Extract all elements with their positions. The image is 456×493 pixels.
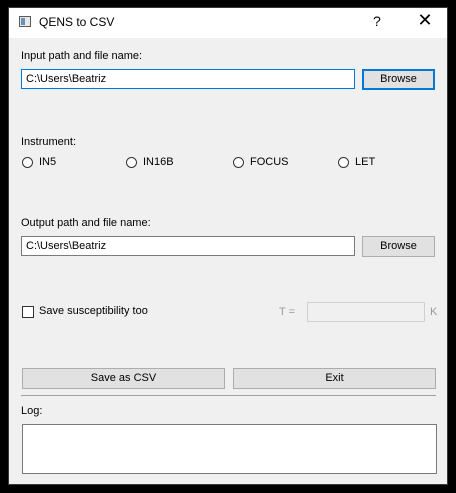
save-as-csv-button[interactable]: Save as CSV — [22, 368, 225, 389]
radio-let[interactable]: LET — [338, 156, 375, 168]
radio-circle-icon — [126, 156, 137, 168]
help-button[interactable]: ? — [373, 13, 381, 29]
radio-circle-icon — [233, 156, 244, 168]
radio-in5[interactable]: IN5 — [22, 156, 56, 168]
radio-in16b-label: IN16B — [143, 156, 174, 168]
radio-let-label: LET — [355, 156, 376, 168]
title-bar[interactable]: QENS to CSV ? ✕ — [9, 8, 447, 38]
exit-button[interactable]: Exit — [233, 368, 436, 389]
log-text-area[interactable] — [22, 424, 437, 474]
window-title: QENS to CSV — [39, 15, 115, 29]
radio-circle-icon — [338, 156, 349, 168]
output-path-label: Output path and file name: — [21, 217, 151, 229]
susceptibility-label: Save susceptibility too — [39, 305, 148, 317]
temperature-field[interactable] — [307, 302, 425, 322]
qens-dialog-window: QENS to CSV ? ✕ Input path and file name… — [8, 7, 448, 485]
output-path-field[interactable]: C:\Users\Beatriz — [21, 236, 355, 256]
temperature-label: T = — [279, 306, 296, 318]
radio-in5-label: IN5 — [39, 156, 57, 168]
separator-line — [21, 395, 436, 396]
close-icon[interactable]: ✕ — [413, 10, 437, 31]
radio-focus-label: FOCUS — [250, 156, 289, 168]
input-path-label: Input path and file name: — [21, 50, 143, 62]
app-window-icon — [19, 16, 31, 27]
input-path-field[interactable]: C:\Users\Beatriz — [21, 69, 355, 89]
input-browse-button[interactable]: Browse — [362, 69, 435, 90]
instrument-label: Instrument: — [21, 136, 77, 148]
susceptibility-checkbox[interactable] — [22, 306, 34, 318]
radio-circle-icon — [22, 156, 33, 168]
temperature-unit-label: K — [430, 306, 438, 318]
output-browse-button[interactable]: Browse — [362, 236, 435, 257]
log-label: Log: — [21, 405, 43, 417]
radio-in16b[interactable]: IN16B — [126, 156, 174, 168]
radio-focus[interactable]: FOCUS — [233, 156, 289, 168]
